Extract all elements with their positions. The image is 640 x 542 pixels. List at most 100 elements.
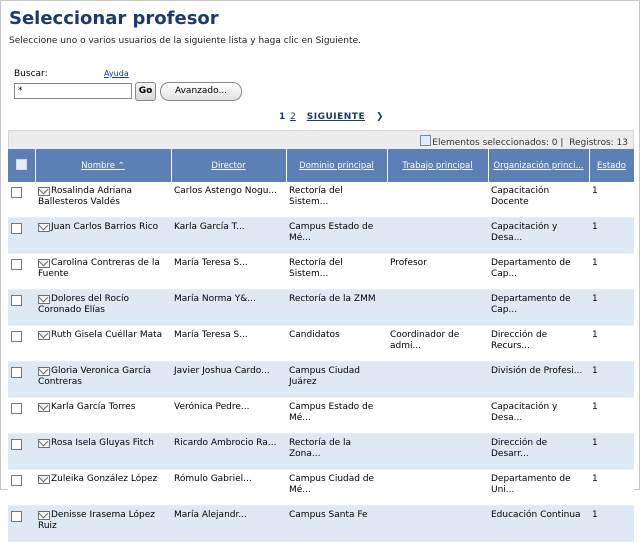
trabajo-cell: Profesor bbox=[387, 253, 488, 290]
estado-cell: 1 bbox=[589, 433, 634, 470]
dominio-cell: Campus Estado de Mé... bbox=[286, 217, 387, 254]
name-cell: Karla García Torres bbox=[35, 397, 171, 434]
trabajo-cell bbox=[387, 505, 488, 542]
estado-cell: 1 bbox=[589, 253, 634, 290]
selection-list-icon[interactable] bbox=[420, 135, 432, 146]
row-checkbox[interactable] bbox=[11, 259, 22, 270]
table-row[interactable]: Dolores del Rocío Coronado Elías María No… bbox=[8, 289, 634, 326]
table-row[interactable]: Carolina Contreras de la Fuente María Ter… bbox=[8, 253, 634, 290]
trabajo-cell bbox=[387, 182, 488, 218]
estado-cell: 1 bbox=[589, 505, 634, 542]
table-row[interactable]: Zuleika González López Rómulo Gabriel... C… bbox=[8, 469, 634, 506]
row-checkbox[interactable] bbox=[11, 295, 22, 306]
dominio-cell: Candidatos bbox=[286, 325, 387, 362]
director-cell: Ricardo Ambrocio Ra... bbox=[171, 433, 286, 470]
organizacion-cell: Departamento de Cap... bbox=[488, 289, 589, 326]
page-subtitle: Seleccione uno o varios usuarios de la s… bbox=[9, 36, 361, 46]
dominio-cell: Campus Santa Fe bbox=[286, 505, 387, 542]
row-select-cell[interactable] bbox=[8, 325, 35, 362]
table-row[interactable]: Ruth Gisela Cuéllar Mata María Teresa S..… bbox=[8, 325, 634, 362]
column-header-director[interactable]: Director bbox=[171, 149, 287, 182]
row-select-cell[interactable] bbox=[8, 433, 35, 470]
director-cell: Rómulo Gabriel... bbox=[171, 469, 286, 506]
row-checkbox[interactable] bbox=[11, 223, 22, 234]
email-icon[interactable] bbox=[38, 259, 50, 268]
select-all-checkbox[interactable] bbox=[15, 158, 27, 170]
dominio-cell: Rectoría del Sistem... bbox=[286, 182, 387, 218]
column-header-trabajo[interactable]: Trabajo principal bbox=[387, 149, 489, 182]
email-icon[interactable] bbox=[38, 295, 50, 304]
table-row[interactable]: Rosalinda Adriana Ballesteros Valdés Carl… bbox=[8, 182, 634, 218]
dominio-cell: Rectoría de la Zona... bbox=[286, 433, 387, 470]
row-select-cell[interactable] bbox=[8, 397, 35, 434]
email-icon[interactable] bbox=[38, 439, 50, 448]
row-select-cell[interactable] bbox=[8, 361, 35, 398]
page-2-link[interactable]: 2 bbox=[290, 112, 296, 122]
user-name: Dolores del Rocío Coronado Elías bbox=[38, 294, 129, 315]
director-cell: María Teresa S... bbox=[171, 253, 286, 290]
table-row[interactable]: Denisse Irasema López Ruiz María Alejandr… bbox=[8, 505, 634, 542]
organizacion-cell: Dirección de Recurs... bbox=[488, 325, 589, 362]
row-select-cell[interactable] bbox=[8, 505, 35, 542]
director-cell: Carlos Astengo Nogu... bbox=[171, 182, 286, 218]
email-icon[interactable] bbox=[38, 331, 50, 340]
row-checkbox[interactable] bbox=[11, 439, 22, 450]
advanced-search-button[interactable]: Avanzado... bbox=[160, 82, 242, 101]
selection-info: Elementos seleccionados: 0 | Registros: … bbox=[420, 135, 628, 148]
column-header-organizacion[interactable]: Organización princi... bbox=[488, 149, 590, 182]
page-title: Seleccionar profesor bbox=[9, 8, 219, 29]
search-input[interactable] bbox=[14, 83, 132, 99]
organizacion-cell: Departamento de Cap... bbox=[488, 253, 589, 290]
row-checkbox[interactable] bbox=[11, 331, 22, 342]
table-row[interactable]: Gloria Veronica García Contreras Javier J… bbox=[8, 361, 634, 398]
record-count: Registros: 13 bbox=[569, 138, 628, 148]
go-button[interactable]: Go bbox=[135, 82, 156, 101]
help-link[interactable]: Ayuda bbox=[104, 69, 129, 78]
director-cell: Verónica Pedre... bbox=[171, 397, 286, 434]
name-cell: Dolores del Rocío Coronado Elías bbox=[35, 289, 171, 326]
next-page-link[interactable]: SIGUIENTE bbox=[307, 112, 365, 122]
user-name: Rosalinda Adriana Ballesteros Valdés bbox=[38, 186, 132, 207]
estado-cell: 1 bbox=[589, 361, 634, 398]
trabajo-cell bbox=[387, 397, 488, 434]
email-icon[interactable] bbox=[38, 187, 50, 196]
next-arrow-icon[interactable]: ❯ bbox=[376, 112, 384, 122]
email-icon[interactable] bbox=[38, 223, 50, 232]
row-checkbox[interactable] bbox=[11, 475, 22, 486]
email-icon[interactable] bbox=[38, 367, 50, 376]
director-cell: María Teresa S... bbox=[171, 325, 286, 362]
select-all-cell[interactable] bbox=[8, 149, 36, 182]
table-row[interactable]: Rosa Isela Gluyas Fitch Ricardo Ambrocio … bbox=[8, 433, 634, 470]
organizacion-cell: División de Profesi... bbox=[488, 361, 589, 398]
row-checkbox[interactable] bbox=[11, 367, 22, 378]
trabajo-cell bbox=[387, 469, 488, 506]
table-row[interactable]: Karla García Torres Verónica Pedre... Camp… bbox=[8, 397, 634, 434]
user-name: Zuleika González López bbox=[51, 474, 158, 484]
dominio-cell: Campus Ciudad de Mé... bbox=[286, 469, 387, 506]
estado-cell: 1 bbox=[589, 325, 634, 362]
row-select-cell[interactable] bbox=[8, 182, 35, 218]
email-icon[interactable] bbox=[38, 403, 50, 412]
column-header-estado[interactable]: Estado bbox=[589, 149, 635, 182]
estado-cell: 1 bbox=[589, 289, 634, 326]
page-current: 1 bbox=[279, 112, 286, 122]
row-select-cell[interactable] bbox=[8, 469, 35, 506]
row-select-cell[interactable] bbox=[8, 253, 35, 290]
name-cell: Rosa Isela Gluyas Fitch bbox=[35, 433, 171, 470]
row-select-cell[interactable] bbox=[8, 217, 35, 254]
table-row[interactable]: Juan Carlos Barrios Rico Karla García T..… bbox=[8, 217, 634, 254]
email-icon[interactable] bbox=[38, 475, 50, 484]
column-header-nombre[interactable]: Nombre ⌃ bbox=[35, 149, 172, 182]
row-checkbox[interactable] bbox=[11, 403, 22, 414]
dominio-cell: Campus Estado de Mé... bbox=[286, 397, 387, 434]
email-icon[interactable] bbox=[38, 511, 50, 520]
user-table: Nombre ⌃ Director Dominio principal Trab… bbox=[8, 149, 635, 542]
row-checkbox[interactable] bbox=[11, 187, 22, 198]
trabajo-cell bbox=[387, 433, 488, 470]
column-header-dominio[interactable]: Dominio principal bbox=[286, 149, 388, 182]
row-select-cell[interactable] bbox=[8, 289, 35, 326]
estado-cell: 1 bbox=[589, 469, 634, 506]
row-checkbox[interactable] bbox=[11, 511, 22, 522]
dominio-cell: Rectoría del Sistem... bbox=[286, 253, 387, 290]
director-cell: María Alejandr... bbox=[171, 505, 286, 542]
